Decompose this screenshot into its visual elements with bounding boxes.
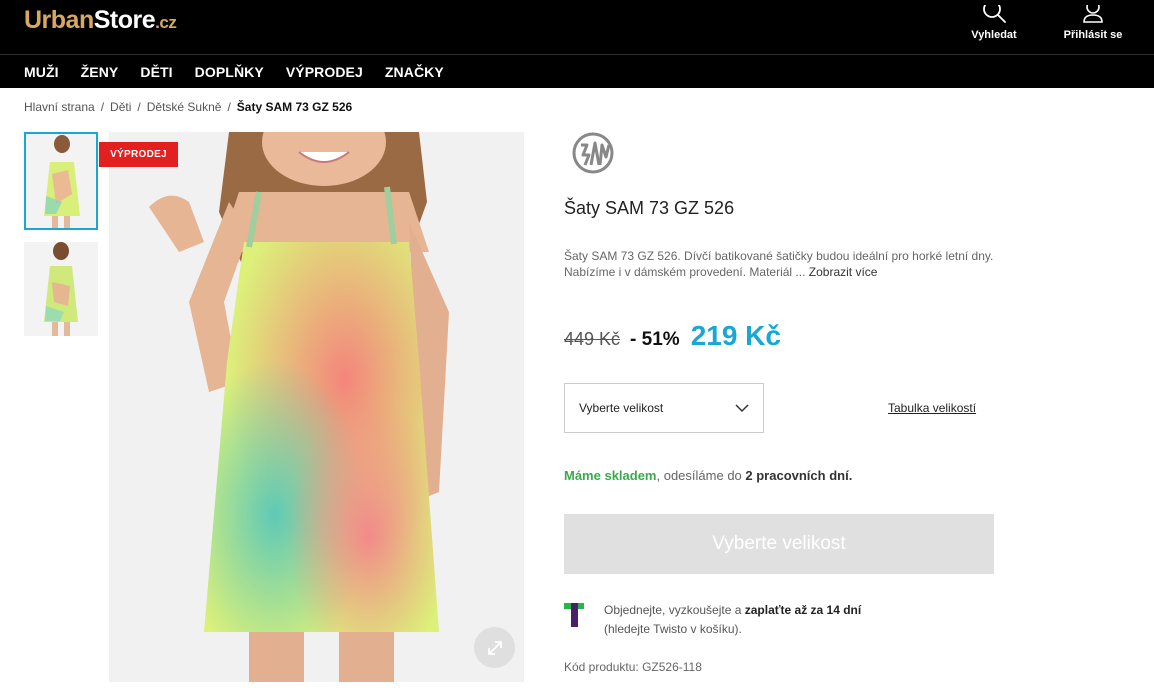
stock-period: . (848, 468, 853, 483)
logo-part-urban: Urban (24, 6, 94, 34)
twisto-text-part1: Objednejte, vyzkoušejte a (604, 603, 745, 617)
login-button[interactable]: Přihlásit se (1058, 0, 1128, 54)
brand-logo[interactable] (571, 131, 615, 175)
breadcrumb-separator: / (137, 100, 141, 114)
nav-item-muzi[interactable]: MUŽI (24, 64, 59, 80)
search-label: Vyhledat (971, 29, 1017, 41)
size-select-placeholder: Vyberte velikost (579, 401, 664, 415)
breadcrumb-separator: / (100, 100, 105, 114)
site-logo[interactable]: UrbanStore.cz (24, 6, 177, 35)
gallery-thumbnail[interactable] (24, 132, 98, 230)
breadcrumb-separator: / (227, 100, 231, 114)
product-code-label: Kód produktu: (564, 660, 639, 674)
login-label: Přihlásit se (1063, 29, 1123, 41)
stock-available: Máme skladem (564, 468, 657, 483)
product-code-value: GZ526-118 (642, 660, 702, 674)
gallery-thumbnail[interactable] (24, 242, 98, 336)
size-select[interactable]: Vyberte velikost (564, 383, 764, 433)
thumbnail-image (24, 242, 98, 336)
twisto-info: Objednejte, vyzkoušejte a zaplaťte až za… (564, 601, 994, 639)
old-price: 449 Kč (564, 329, 621, 349)
twisto-logo-icon (564, 603, 584, 627)
breadcrumb-deti[interactable]: Děti (110, 100, 131, 114)
twisto-text: Objednejte, vyzkoušejte a zaplaťte až za… (604, 601, 861, 639)
twisto-text-bold: zaplaťte až za 14 dní (744, 603, 862, 617)
description-text: Šaty SAM 73 GZ 526. Dívčí batikované šat… (564, 249, 994, 279)
sam73-brand-icon (572, 132, 614, 174)
search-button[interactable]: Vyhledat (966, 0, 1022, 54)
stock-status: Máme skladem, odesíláme do 2 pracovních … (564, 468, 852, 483)
add-to-cart-button[interactable]: Vyberte velikost (564, 514, 994, 574)
sale-badge: VÝPRODEJ (99, 142, 178, 167)
product-photo (109, 132, 524, 682)
stock-shipping-text: , odesíláme do (656, 468, 746, 483)
nav-item-deti[interactable]: DĚTI (140, 64, 172, 80)
thumbnail-image (26, 134, 96, 228)
nav-item-vyprodej[interactable]: VÝPRODEJ (286, 64, 363, 80)
product-code: Kód produktu: GZ526-118 (564, 660, 702, 674)
breadcrumb-home[interactable]: Hlavní strana (24, 100, 95, 114)
breadcrumb: Hlavní strana / Děti / Dětské Sukně / Ša… (24, 100, 352, 114)
discount-percent: - 51% (630, 329, 680, 350)
current-price: 219 Kč (690, 320, 781, 351)
top-header: UrbanStore.cz Vyhledat Přihlásit se MUŽI… (0, 0, 1154, 88)
user-icon (1083, 5, 1103, 23)
size-table-link[interactable]: Tabulka velikostí (888, 401, 976, 415)
twisto-text-part2: (hledejte Twisto v košíku). (604, 622, 742, 636)
product-title: Šaty SAM 73 GZ 526 (564, 198, 735, 218)
search-icon (983, 5, 1006, 23)
nav-item-znacky[interactable]: ZNAČKY (385, 64, 444, 80)
show-more-link[interactable]: Zobrazit více (809, 265, 878, 279)
chevron-down-icon (735, 403, 749, 412)
logo-part-tld: .cz (155, 13, 177, 32)
nav-item-doplnky[interactable]: DOPLŇKY (195, 64, 264, 80)
product-main-image[interactable] (109, 132, 524, 682)
nav-item-zeny[interactable]: ŽENY (81, 64, 119, 80)
stock-shipping-days: 2 pracovních dní (745, 468, 849, 483)
expand-icon (487, 640, 502, 655)
zoom-button[interactable] (474, 627, 515, 668)
price-row: 449 Kč - 51% 219 Kč (564, 320, 781, 352)
product-description: Šaty SAM 73 GZ 526. Dívčí batikované šat… (564, 248, 994, 280)
logo-part-store: Store (93, 6, 156, 34)
breadcrumb-detske-sukne[interactable]: Dětské Sukně (147, 100, 222, 114)
main-nav: MUŽI ŽENY DĚTI DOPLŇKY VÝPRODEJ ZNAČKY (24, 55, 466, 88)
breadcrumb-current: Šaty SAM 73 GZ 526 (236, 100, 353, 114)
